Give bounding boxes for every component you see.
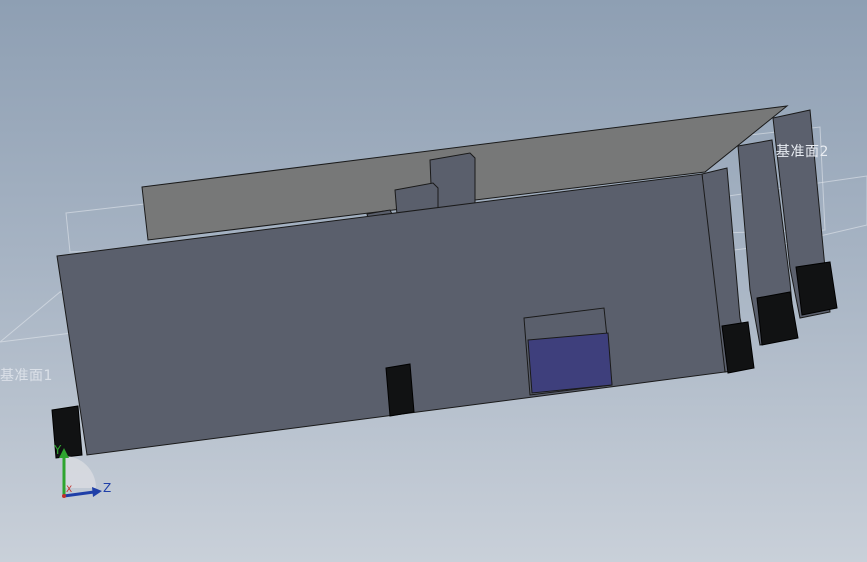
y-axis-label: Y [53,443,62,457]
connector-pin-right-mid[interactable] [756,291,799,346]
x-axis-label: X [66,485,72,495]
z-axis-label: Z [103,481,111,495]
connector-pin-center[interactable] [385,363,415,417]
cad-model-scene[interactable] [0,0,867,562]
graphics-viewport[interactable]: 基准面2 基准面1 Y X Z [0,0,867,562]
front-window-panel[interactable] [527,332,613,394]
plane-label-1[interactable]: 基准面1 [0,365,53,385]
plane-label-2[interactable]: 基准面2 [776,141,829,161]
coordinate-triad: Y X Z [53,443,111,498]
connector-pin-right-front[interactable] [721,321,755,374]
connector-pin-right-back[interactable] [795,261,838,316]
triad-arc [64,456,96,488]
z-axis-arrow [92,487,102,497]
